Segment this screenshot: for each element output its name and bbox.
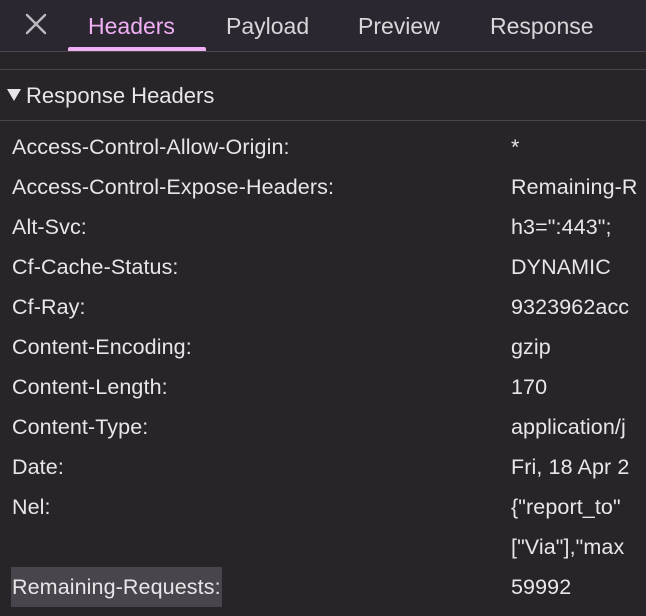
header-value: h3=":443";	[511, 215, 612, 239]
header-value: 59992	[511, 575, 572, 599]
header-row: Alt-Svc: h3=":443";	[0, 207, 646, 247]
devtools-headers-panel: Headers Payload Preview Response Respons…	[0, 0, 646, 616]
header-row: Content-Length: 170	[0, 367, 646, 407]
header-row: Access-Control-Allow-Origin: *	[0, 127, 646, 167]
tab-payload[interactable]: Payload	[226, 0, 309, 51]
header-value: ["Via"],"max	[511, 535, 625, 559]
header-value: Fri, 18 Apr 2	[511, 455, 630, 479]
tab-headers[interactable]: Headers	[88, 0, 175, 51]
triangle-down-icon	[7, 89, 21, 101]
close-button[interactable]	[22, 10, 50, 38]
header-name: Content-Length:	[12, 375, 168, 399]
header-name: Date:	[12, 455, 64, 479]
header-row-continuation: ["Via"],"max	[0, 527, 646, 567]
header-list: Access-Control-Allow-Origin: * Access-Co…	[0, 127, 646, 616]
active-tab-indicator	[68, 47, 206, 51]
header-row: Cf-Ray: 9323962acc	[0, 287, 646, 327]
header-row: Access-Control-Expose-Headers: Remaining…	[0, 167, 646, 207]
header-name: Nel:	[12, 495, 51, 519]
tab-preview[interactable]: Preview	[358, 0, 440, 51]
section-title: Response Headers	[26, 83, 215, 108]
tab-bar: Headers Payload Preview Response	[0, 0, 646, 52]
header-value: 9323962acc	[511, 295, 630, 319]
header-row: Cf-Cache-Status: DYNAMIC	[0, 247, 646, 287]
header-value: 170	[511, 375, 548, 399]
header-row: Date: Fri, 18 Apr 2	[0, 447, 646, 487]
header-name: Cf-Ray:	[12, 295, 86, 319]
header-name: Access-Control-Allow-Origin:	[12, 135, 290, 159]
header-row: Content-Encoding: gzip	[0, 327, 646, 367]
header-row: Content-Type: application/j	[0, 407, 646, 447]
header-name: Alt-Svc:	[12, 215, 87, 239]
header-row: Nel: {"report_to"	[0, 487, 646, 527]
header-value: Remaining-R	[511, 175, 638, 199]
header-value: DYNAMIC	[511, 255, 611, 279]
header-value: {"report_to"	[511, 495, 621, 519]
tab-response[interactable]: Response	[490, 0, 594, 51]
header-value: gzip	[511, 335, 551, 359]
header-name: Content-Encoding:	[12, 335, 192, 359]
header-name: Cf-Cache-Status:	[12, 255, 179, 279]
close-icon	[25, 13, 47, 35]
response-headers-section-toggle[interactable]: Response Headers	[0, 70, 646, 121]
header-name: Content-Type:	[12, 415, 149, 439]
header-name-selected[interactable]: Remaining-Requests:	[11, 567, 222, 607]
panel-separator	[0, 52, 646, 70]
header-name: Access-Control-Expose-Headers:	[12, 175, 335, 199]
header-value: application/j	[511, 415, 626, 439]
header-row: Remaining-Requests: 59992	[0, 567, 646, 607]
header-value: *	[511, 135, 520, 159]
